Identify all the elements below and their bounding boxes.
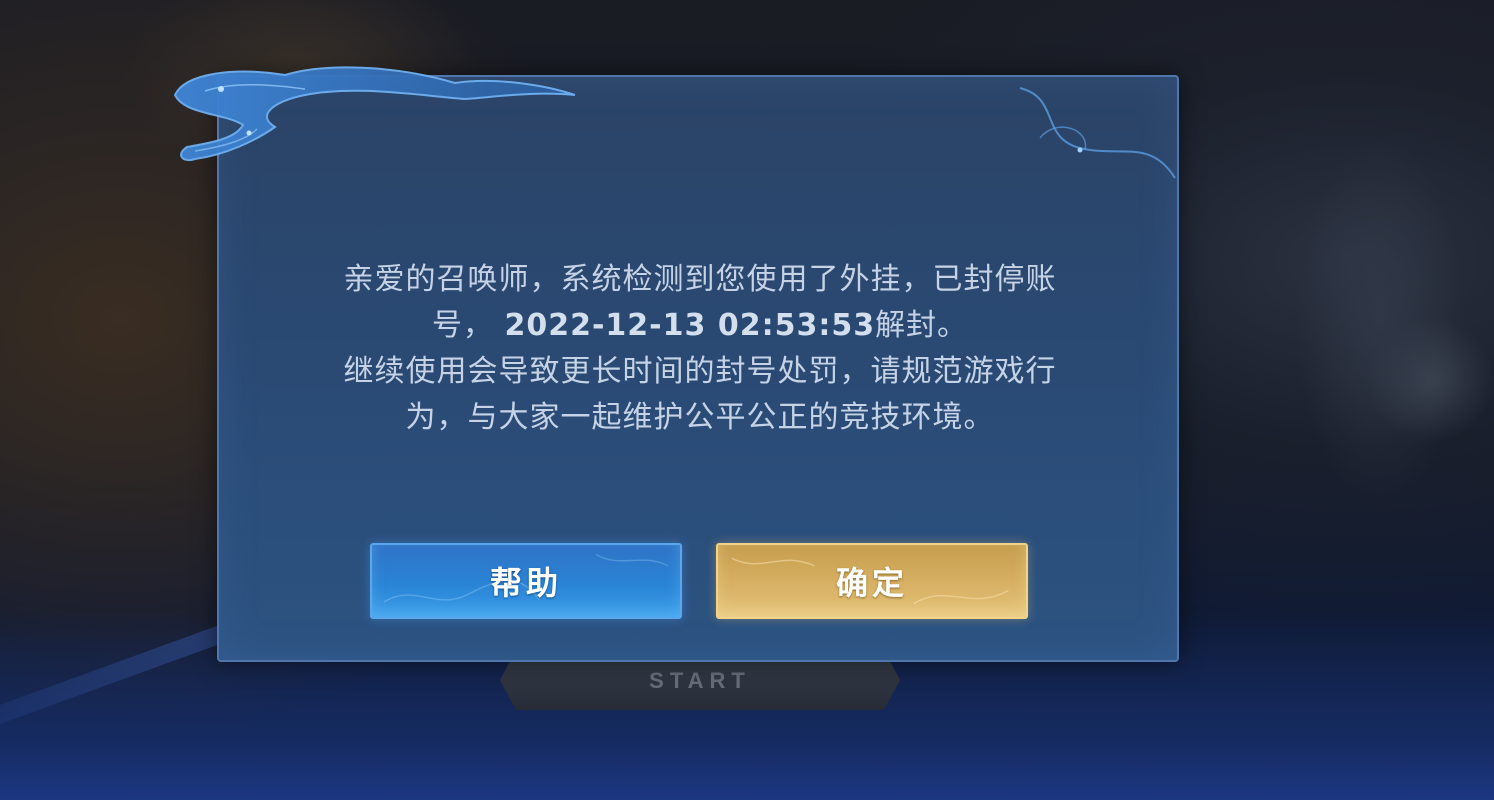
message-line-1: 亲爱的召唤师，系统检测到您使用了外挂，已封停账: [343, 262, 1057, 297]
unban-timestamp: 2022-12-13 02:53:53: [504, 308, 876, 343]
message-line-3: 继续使用会导致更长时间的封号处罚，请规范游戏行: [343, 354, 1057, 389]
confirm-button[interactable]: 确定: [716, 543, 1028, 619]
message-line-2-prefix: 号，: [431, 308, 494, 343]
message-line-2-suffix: 解封。: [875, 308, 969, 343]
game-screen: START 亲爱的召唤师，系统检测到您使用了外挂，已封停账 号， 2022-12…: [0, 0, 1494, 800]
cloud-ornament-icon: [173, 66, 576, 161]
help-button-label: 帮助: [489, 564, 562, 602]
background-character-right: [1180, 20, 1494, 620]
confirm-button-label: 确定: [835, 564, 908, 602]
ban-message: 亲爱的召唤师，系统检测到您使用了外挂，已封停账 号， 2022-12-13 02…: [261, 257, 1139, 441]
message-line-2: 号， 2022-12-13 02:53:53解封。: [261, 303, 1139, 349]
message-line-4: 为，与大家一起维护公平公正的竞技环境。: [405, 400, 995, 435]
swirl-ornament-icon: [1019, 87, 1176, 179]
start-label: START: [649, 668, 751, 693]
help-button[interactable]: 帮助: [370, 543, 682, 619]
